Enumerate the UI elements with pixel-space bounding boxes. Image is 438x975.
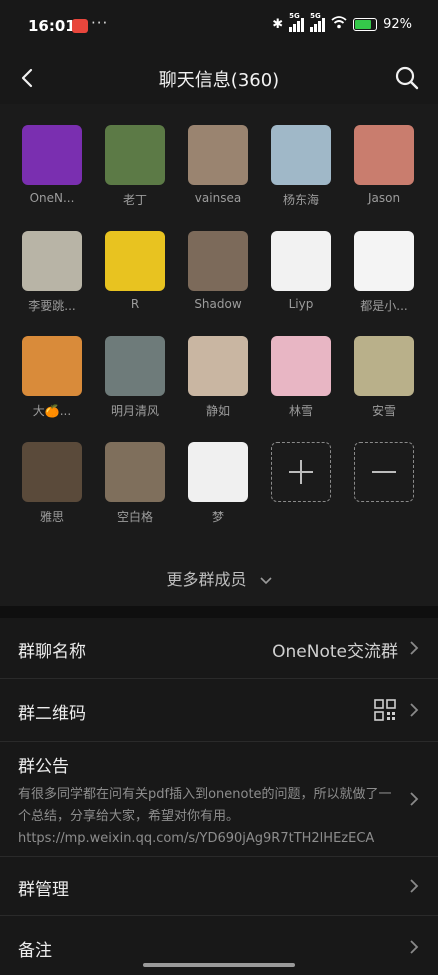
- member-item[interactable]: R: [100, 231, 170, 311]
- clock: 16:01: [28, 17, 76, 35]
- group-name-value: OneNote交流群: [272, 642, 398, 662]
- member-avatar[interactable]: [188, 125, 248, 185]
- wifi-icon: [331, 16, 347, 33]
- member-avatar[interactable]: [271, 231, 331, 291]
- member-name: 雅思: [39, 510, 64, 524]
- member-name: 明月清风: [110, 404, 159, 418]
- add-member-icon[interactable]: [271, 442, 331, 502]
- member-avatar[interactable]: [105, 442, 165, 502]
- signal-icon-2: 5G: [310, 12, 326, 32]
- more-notifications-icon: ···: [91, 14, 109, 32]
- member-name: R: [130, 297, 140, 311]
- member-item[interactable]: 林雪: [266, 336, 336, 419]
- status-bar: 16:01 ··· ✱ 5G 5G 92%: [0, 0, 438, 52]
- remove-member-button[interactable]: [349, 442, 419, 502]
- group-name-label: 群聊名称: [18, 642, 86, 662]
- member-name: 大🍊...: [32, 404, 72, 418]
- more-members-button[interactable]: 更多群成员: [0, 566, 438, 590]
- member-item[interactable]: Liyp: [266, 231, 336, 311]
- member-name: 梦: [211, 510, 224, 524]
- member-item[interactable]: Jason: [349, 125, 419, 205]
- member-item[interactable]: 雅思: [17, 442, 87, 525]
- group-notice-text: 有很多同学都在问有关pdf插入到onenote的问题，所以就做了一个总结，分享给…: [18, 787, 392, 846]
- page-title: 聊天信息(360): [158, 70, 280, 91]
- member-name: vainsea: [194, 191, 242, 205]
- member-avatar[interactable]: [271, 336, 331, 396]
- member-avatar[interactable]: [22, 336, 82, 396]
- member-item[interactable]: 静如: [183, 336, 253, 419]
- bluetooth-icon: ✱: [272, 17, 284, 32]
- add-member-button[interactable]: [266, 442, 336, 502]
- member-item[interactable]: 空白格: [100, 442, 170, 525]
- group-name-row[interactable]: 群聊名称 OneNote交流群: [0, 618, 438, 679]
- member-avatar[interactable]: [271, 125, 331, 185]
- qr-code-row[interactable]: 群二维码: [0, 679, 438, 742]
- member-avatar[interactable]: [188, 336, 248, 396]
- member-avatar[interactable]: [188, 442, 248, 502]
- battery-icon: [353, 18, 378, 31]
- member-item[interactable]: 李要跳...: [17, 231, 87, 314]
- member-name: 静如: [205, 404, 230, 418]
- top-nav-bar: 聊天信息(360): [0, 52, 438, 104]
- member-item[interactable]: 安雪: [349, 336, 419, 419]
- chevron-right-icon: [408, 938, 420, 956]
- member-item[interactable]: 梦: [183, 442, 253, 525]
- member-grid: OneN... 老丁 vainsea 杨东海 Jason 李要跳... R Shadow Liy…: [0, 104, 438, 606]
- member-name: 李要跳...: [28, 299, 76, 313]
- member-item[interactable]: 明月清风: [100, 336, 170, 419]
- group-manage-label: 群管理: [18, 880, 69, 900]
- member-name: 林雪: [288, 404, 313, 418]
- member-avatar[interactable]: [188, 231, 248, 291]
- search-icon[interactable]: [392, 63, 422, 93]
- remove-member-icon[interactable]: [354, 442, 414, 502]
- member-avatar[interactable]: [354, 231, 414, 291]
- member-item[interactable]: Shadow: [183, 231, 253, 311]
- group-notice-label: 群公告: [18, 757, 69, 777]
- member-item[interactable]: 杨东海: [266, 125, 336, 208]
- member-name: 老丁: [122, 193, 147, 207]
- qr-code-icon: [374, 699, 396, 725]
- member-name: Shadow: [194, 297, 242, 311]
- member-avatar[interactable]: [105, 336, 165, 396]
- member-avatar[interactable]: [354, 336, 414, 396]
- member-item[interactable]: 老丁: [100, 125, 170, 208]
- member-name: Liyp: [288, 297, 314, 311]
- chevron-down-icon: [259, 570, 272, 589]
- member-item[interactable]: OneN...: [17, 125, 87, 205]
- member-item[interactable]: 大🍊...: [17, 336, 87, 419]
- home-indicator[interactable]: [143, 963, 295, 967]
- notification-app-icon: [72, 19, 88, 33]
- signal-icon: 5G: [289, 12, 305, 32]
- remark-label: 备注: [18, 941, 52, 961]
- qr-code-label: 群二维码: [18, 704, 86, 724]
- member-name: Jason: [367, 191, 401, 205]
- member-name: 都是小...: [360, 299, 408, 313]
- member-avatar[interactable]: [105, 125, 165, 185]
- member-item[interactable]: 都是小...: [349, 231, 419, 314]
- member-name: 空白格: [116, 510, 153, 524]
- status-indicators: ✱ 5G 5G 92%: [272, 12, 412, 33]
- member-name: 安雪: [371, 404, 396, 418]
- chevron-right-icon: [408, 877, 420, 895]
- member-avatar[interactable]: [22, 125, 82, 185]
- member-name: 杨东海: [282, 193, 319, 207]
- chevron-right-icon: [408, 790, 420, 808]
- member-avatar[interactable]: [354, 125, 414, 185]
- section-divider: [0, 606, 438, 618]
- battery-percent: 92%: [383, 17, 412, 32]
- member-avatar[interactable]: [22, 442, 82, 502]
- member-name: OneN...: [29, 191, 75, 205]
- chevron-right-icon: [408, 701, 420, 719]
- group-manage-row[interactable]: 群管理: [0, 857, 438, 916]
- member-avatar[interactable]: [22, 231, 82, 291]
- more-members-label: 更多群成员: [166, 570, 247, 589]
- chevron-right-icon: [408, 639, 420, 657]
- member-item[interactable]: vainsea: [183, 125, 253, 205]
- member-avatar[interactable]: [105, 231, 165, 291]
